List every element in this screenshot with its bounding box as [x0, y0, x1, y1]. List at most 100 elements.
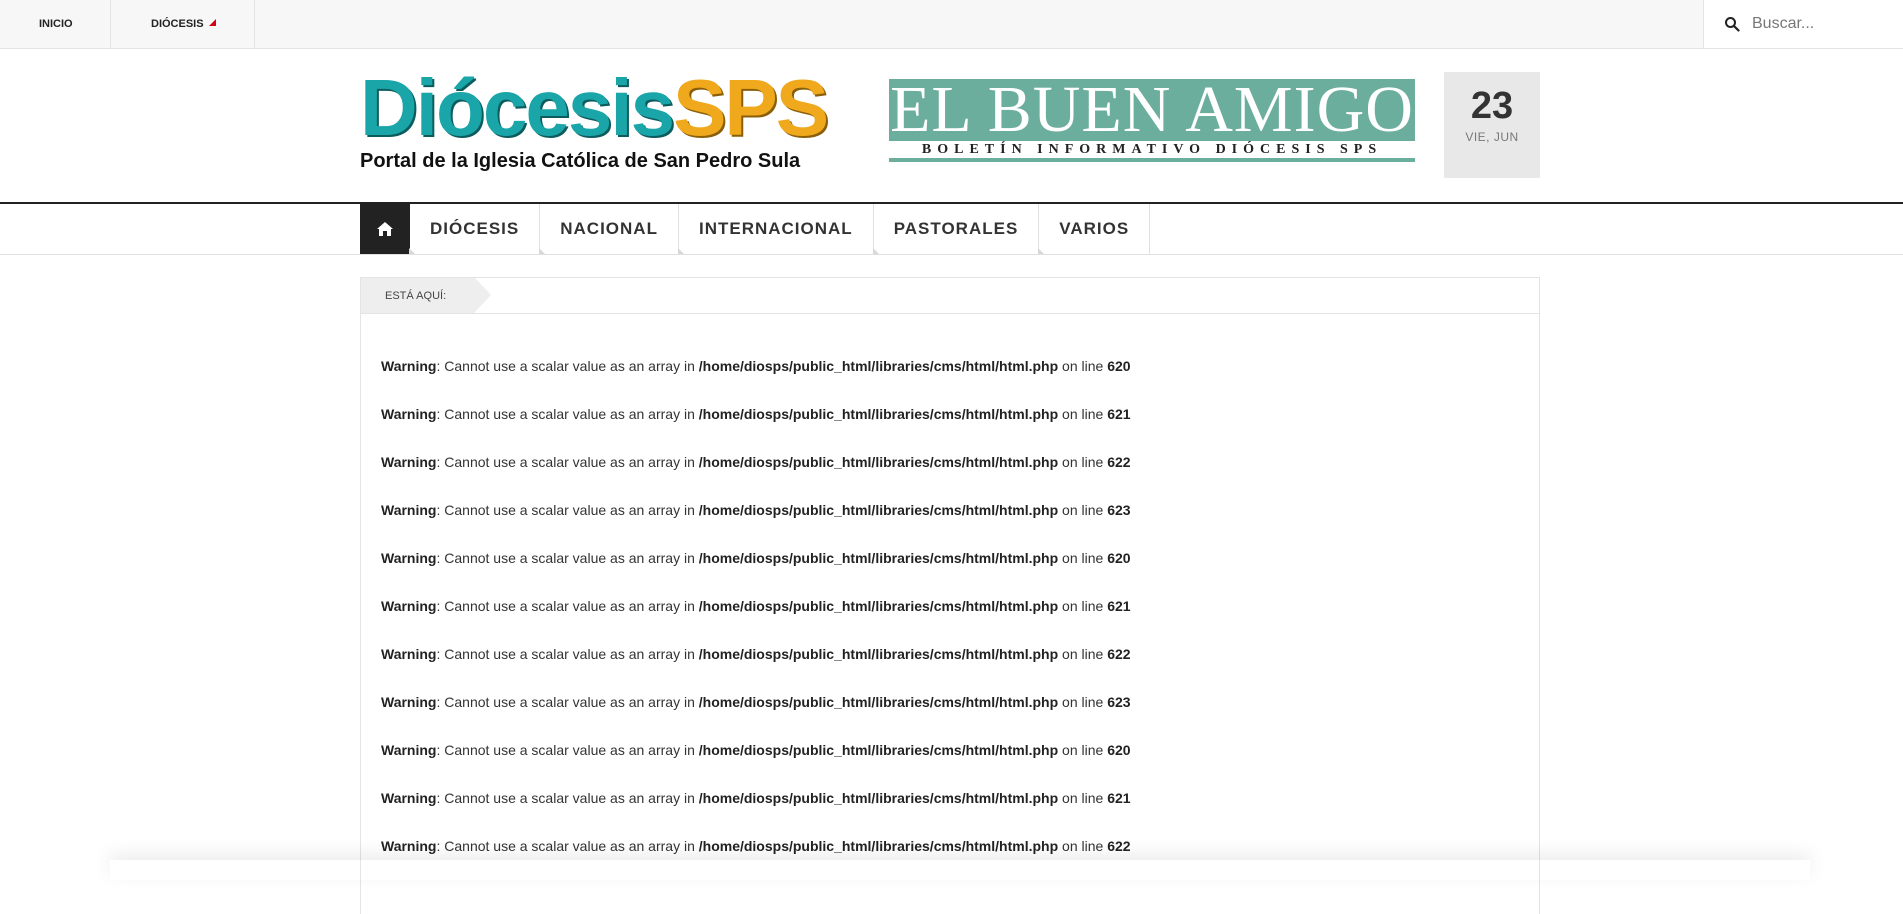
warning-type: Warning	[381, 646, 437, 662]
warning-on-line: on line	[1058, 742, 1108, 758]
top-bar: INICIO DIÓCESIS	[0, 0, 1903, 49]
warning-line-number: 623	[1107, 502, 1131, 518]
logo-wordmark: DiócesisSPS	[360, 68, 829, 148]
nav-item-pastorales[interactable]: PASTORALES	[872, 204, 1040, 254]
nav-item-label: DIÓCESIS	[430, 219, 520, 238]
warning-line-number: 620	[1107, 550, 1131, 566]
warning-file-path: /home/diosps/public_html/libraries/cms/h…	[698, 694, 1059, 710]
search-box[interactable]	[1703, 0, 1903, 48]
warning-on-line: on line	[1058, 838, 1108, 854]
warning-type: Warning	[381, 790, 437, 806]
logo-word-sps: SPS	[673, 63, 829, 152]
warning-on-line: on line	[1058, 694, 1108, 710]
nav-item-label: VARIOS	[1059, 219, 1130, 238]
warning-line-number: 621	[1107, 406, 1131, 422]
warning-file-path: /home/diosps/public_html/libraries/cms/h…	[698, 358, 1059, 374]
date-day: 23	[1470, 85, 1514, 127]
warning-file-path: /home/diosps/public_html/libraries/cms/h…	[698, 454, 1059, 470]
warning-on-line: on line	[1058, 358, 1108, 374]
warning-type: Warning	[381, 598, 437, 614]
warning-message: : Cannot use a scalar value as an array …	[436, 406, 699, 422]
warning-on-line: on line	[1058, 502, 1108, 518]
warning-type: Warning	[381, 742, 437, 758]
nav-item-varios[interactable]: VARIOS	[1038, 204, 1151, 254]
nav-item-diocesis[interactable]: DIÓCESIS	[408, 204, 541, 254]
warning-file-path: /home/diosps/public_html/libraries/cms/h…	[698, 742, 1059, 758]
warning-message: : Cannot use a scalar value as an array …	[436, 790, 699, 806]
nav-item-label: NACIONAL	[560, 219, 658, 238]
nav-item-label: PASTORALES	[893, 219, 1019, 238]
warning-line-number: 622	[1107, 646, 1131, 662]
logo-tagline: Portal de la Iglesia Católica de San Ped…	[360, 150, 801, 172]
top-nav: INICIO DIÓCESIS	[0, 0, 255, 48]
search-input[interactable]	[1750, 14, 1894, 34]
warning-message: : Cannot use a scalar value as an array …	[436, 694, 699, 710]
warning-type: Warning	[381, 454, 437, 470]
warning-on-line: on line	[1058, 598, 1108, 614]
warning-line-number: 622	[1107, 838, 1131, 854]
warning-on-line: on line	[1058, 454, 1108, 470]
warning-type: Warning	[381, 358, 437, 374]
warning-type: Warning	[381, 838, 437, 854]
top-nav-inicio-label: INICIO	[39, 18, 73, 30]
top-nav-diocesis[interactable]: DIÓCESIS	[111, 0, 255, 48]
warning-file-path: /home/diosps/public_html/libraries/cms/h…	[698, 502, 1059, 518]
warning-line: Warning: Cannot use a scalar value as an…	[381, 646, 1131, 662]
warning-message: : Cannot use a scalar value as an array …	[436, 454, 699, 470]
nav-item-label: INTERNACIONAL	[698, 219, 853, 238]
warning-type: Warning	[381, 694, 437, 710]
warning-message: : Cannot use a scalar value as an array …	[436, 598, 699, 614]
top-nav-inicio[interactable]: INICIO	[0, 0, 111, 48]
warning-line: Warning: Cannot use a scalar value as an…	[381, 598, 1131, 614]
warning-line: Warning: Cannot use a scalar value as an…	[381, 358, 1131, 374]
main-content: Warning: Cannot use a scalar value as an…	[360, 314, 1540, 914]
warning-line-number: 620	[1107, 742, 1131, 758]
warning-message: : Cannot use a scalar value as an array …	[436, 502, 699, 518]
banner-subtitle: BOLETÍN INFORMATIVO DIÓCESIS SPS	[889, 141, 1415, 158]
warning-file-path: /home/diosps/public_html/libraries/cms/h…	[698, 790, 1059, 806]
main-nav: DIÓCESIS NACIONAL INTERNACIONAL PASTORAL…	[0, 202, 1903, 255]
nav-home-button[interactable]	[360, 204, 410, 254]
warning-line: Warning: Cannot use a scalar value as an…	[381, 694, 1131, 710]
warning-file-path: /home/diosps/public_html/libraries/cms/h…	[698, 838, 1059, 854]
banner-title: EL BUEN AMIGO	[890, 73, 1414, 146]
warning-line-number: 623	[1107, 694, 1131, 710]
warning-message: : Cannot use a scalar value as an array …	[436, 742, 699, 758]
dropdown-caret-icon	[208, 19, 216, 26]
warning-on-line: on line	[1058, 550, 1108, 566]
warning-message: : Cannot use a scalar value as an array …	[436, 358, 699, 374]
warning-message: : Cannot use a scalar value as an array …	[436, 646, 699, 662]
warning-line: Warning: Cannot use a scalar value as an…	[381, 790, 1131, 806]
warning-file-path: /home/diosps/public_html/libraries/cms/h…	[698, 598, 1059, 614]
warning-message: : Cannot use a scalar value as an array …	[436, 550, 699, 566]
warning-on-line: on line	[1058, 790, 1108, 806]
warning-type: Warning	[381, 406, 437, 422]
warning-line-number: 621	[1107, 598, 1131, 614]
warning-on-line: on line	[1058, 406, 1108, 422]
warning-message: : Cannot use a scalar value as an array …	[436, 838, 699, 854]
date-box: 23 VIE, JUN	[1444, 72, 1540, 178]
search-icon[interactable]	[1724, 16, 1740, 32]
warning-line: Warning: Cannot use a scalar value as an…	[381, 838, 1131, 854]
logo-word-diocesis: Diócesis	[360, 63, 675, 152]
warning-file-path: /home/diosps/public_html/libraries/cms/h…	[698, 406, 1059, 422]
main-nav-items: DIÓCESIS NACIONAL INTERNACIONAL PASTORAL…	[360, 204, 1151, 254]
warning-on-line: on line	[1058, 646, 1108, 662]
warning-line: Warning: Cannot use a scalar value as an…	[381, 742, 1131, 758]
warning-file-path: /home/diosps/public_html/libraries/cms/h…	[698, 550, 1059, 566]
breadcrumb-arrow	[475, 278, 491, 312]
warning-type: Warning	[381, 502, 437, 518]
warning-line-number: 620	[1107, 358, 1131, 374]
warning-line-number: 621	[1107, 790, 1131, 806]
bottom-shade	[110, 860, 1810, 880]
warning-file-path: /home/diosps/public_html/libraries/cms/h…	[698, 646, 1059, 662]
warning-line: Warning: Cannot use a scalar value as an…	[381, 550, 1131, 566]
warning-line-number: 622	[1107, 454, 1131, 470]
date-weekday-month: VIE, JUN	[1465, 130, 1519, 144]
breadcrumb: ESTÁ AQUÍ:	[360, 277, 1540, 314]
nav-item-nacional[interactable]: NACIONAL	[539, 204, 679, 254]
site-logo[interactable]: DiócesisSPS Portal de la Iglesia Católic…	[360, 68, 829, 178]
warning-line: Warning: Cannot use a scalar value as an…	[381, 454, 1131, 470]
el-buen-amigo-banner[interactable]: EL BUEN AMIGO BOLETÍN INFORMATIVO DIÓCES…	[889, 73, 1415, 162]
nav-item-internacional[interactable]: INTERNACIONAL	[677, 204, 874, 254]
